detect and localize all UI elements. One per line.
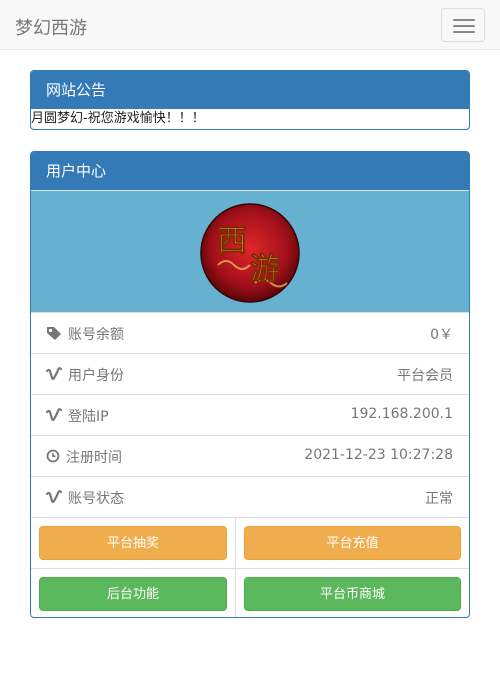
identity-value: 平台会员: [397, 368, 453, 384]
hamburger-icon-bar: [453, 31, 475, 33]
info-row-identity: 用户身份 平台会员: [31, 353, 469, 394]
navbar: 梦幻西游: [0, 0, 500, 50]
tag-icon: [47, 327, 61, 340]
lottery-button[interactable]: 平台抽奖: [39, 526, 227, 560]
notice-text: 月圆梦幻-祝您游戏愉快！！！: [31, 111, 205, 126]
login-ip-label: 登陆IP: [68, 409, 109, 425]
info-row-register-time: 注册时间 2021-12-23 10:27:28: [31, 435, 469, 476]
notice-panel-title: 网站公告: [31, 71, 469, 109]
button-divider: [235, 518, 236, 569]
vimeo-icon: [46, 408, 62, 422]
avatar-char-1: 西: [217, 224, 247, 259]
recharge-button[interactable]: 平台充值: [244, 526, 461, 560]
button-row-2: 后台功能 平台币商城: [31, 568, 469, 617]
button-row-1: 平台抽奖 平台充值: [31, 517, 469, 569]
user-center-panel: 用户中心 西 游 账号余额 0￥ 用户身份 平台会员 登陆IP 192.168.…: [30, 151, 470, 618]
vimeo-icon: [46, 367, 62, 381]
clock-icon: [46, 449, 60, 463]
info-row-login-ip: 登陆IP 192.168.200.1: [31, 394, 469, 435]
hamburger-icon-bar: [453, 25, 475, 27]
avatar-banner: 西 游: [31, 190, 469, 312]
login-ip-value: 192.168.200.1: [350, 406, 453, 422]
register-time-label: 注册时间: [66, 450, 122, 466]
status-label: 账号状态: [68, 491, 124, 507]
shop-button[interactable]: 平台币商城: [244, 577, 461, 611]
vimeo-icon: [46, 490, 62, 504]
backend-button[interactable]: 后台功能: [39, 577, 227, 611]
notice-panel: 网站公告 月圆梦幻-祝您游戏愉快！！！: [30, 70, 470, 130]
balance-value: 0￥: [430, 327, 453, 343]
hamburger-icon: [453, 19, 475, 21]
balance-label: 账号余额: [68, 327, 124, 343]
user-center-title: 用户中心: [31, 152, 469, 190]
navbar-brand[interactable]: 梦幻西游: [15, 14, 87, 40]
info-row-balance: 账号余额 0￥: [31, 312, 469, 353]
avatar: 西 游: [200, 203, 300, 303]
identity-label: 用户身份: [68, 368, 124, 384]
status-value: 正常: [425, 491, 453, 507]
button-divider: [235, 569, 236, 617]
info-row-status: 账号状态 正常: [31, 476, 469, 517]
menu-toggle-button[interactable]: [441, 8, 485, 42]
avatar-char-2: 游: [250, 252, 280, 287]
register-time-value: 2021-12-23 10:27:28: [304, 447, 453, 463]
